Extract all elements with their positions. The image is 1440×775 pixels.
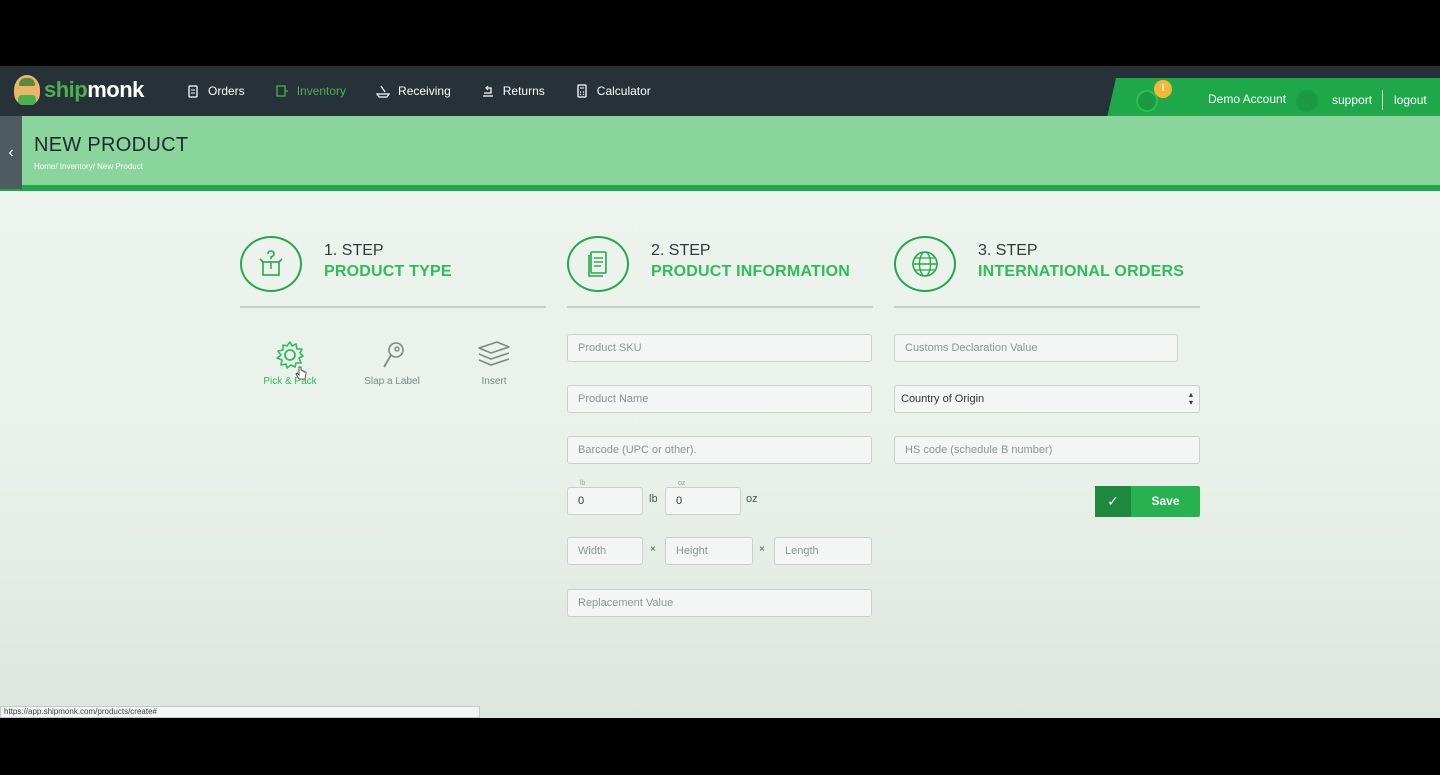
save-button[interactable]: ✓ Save — [1095, 486, 1200, 517]
support-link[interactable]: support — [1332, 93, 1372, 107]
product-type-label: Slap a Label — [364, 376, 420, 387]
dimension-separator: × — [759, 544, 765, 555]
account-divider — [1382, 90, 1383, 110]
inventory-icon — [276, 85, 288, 97]
customs-declaration-input[interactable]: Customs Declaration Value — [894, 334, 1178, 362]
nav-label-returns: Returns — [502, 84, 545, 98]
step-3-title: INTERNATIONAL ORDERS — [978, 263, 1185, 280]
nav-item-inventory[interactable]: Inventory — [275, 84, 346, 98]
barcode-input[interactable]: Barcode (UPC or other). — [567, 436, 872, 464]
country-select-value: Country of Origin — [901, 393, 985, 405]
gear-icon — [255, 338, 325, 372]
layers-icon — [459, 338, 529, 372]
width-input[interactable]: Width — [567, 537, 643, 565]
step-1-number: 1. STEP — [324, 242, 384, 259]
browser-status-url: https://app.shipmonk.com/products/create… — [0, 706, 480, 718]
logout-link[interactable]: logout — [1394, 93, 1427, 107]
app-screen: shipmonk Orders Inventory Receiving Retu… — [0, 66, 1440, 718]
nav-item-returns[interactable]: Returns — [481, 84, 545, 98]
chevron-left-icon: ‹ — [8, 144, 14, 161]
step-product-type: 1. STEP PRODUCT TYPE — [240, 236, 546, 308]
select-arrows-icon: ▴ ▾ — [1188, 390, 1193, 407]
weight-lb-unit: lb — [649, 493, 658, 505]
label-tag-icon — [357, 338, 427, 372]
back-button[interactable]: ‹ — [0, 116, 22, 189]
calculator-icon — [577, 84, 587, 98]
nav-label-receiving: Receiving — [398, 84, 451, 98]
account-name[interactable]: Demo Account — [1208, 92, 1286, 106]
height-input[interactable]: Height — [665, 537, 753, 565]
step-2-number: 2. STEP — [651, 242, 711, 259]
weight-oz-micro-label: oz — [678, 480, 686, 487]
product-type-label: Pick & Pack — [263, 376, 317, 387]
receiving-icon — [376, 85, 391, 98]
weight-oz-input[interactable]: 0 — [665, 487, 741, 515]
checkmark-icon: ✓ — [1095, 486, 1131, 517]
lightbulb-icon[interactable] — [1296, 90, 1318, 112]
shipmonk-logo[interactable]: shipmonk — [14, 72, 144, 108]
product-name-input[interactable]: Product Name — [567, 385, 872, 413]
step-1-title: PRODUCT TYPE — [324, 263, 452, 280]
weight-oz-unit: oz — [746, 493, 758, 505]
page-title: NEW PRODUCT — [34, 134, 189, 156]
logo-text-ship: ship — [44, 77, 88, 102]
step-2-title: PRODUCT INFORMATION — [651, 263, 851, 280]
hs-code-input[interactable]: HS code (schedule B number) — [894, 436, 1200, 464]
product-type-pick-pack[interactable]: Pick & Pack — [255, 338, 325, 387]
globe-icon — [894, 236, 956, 292]
notification-badge[interactable]: ! — [1154, 80, 1172, 98]
replacement-value-input[interactable]: Replacement Value — [567, 589, 872, 617]
length-input[interactable]: Length — [774, 537, 872, 565]
nav-label-orders: Orders — [208, 84, 245, 98]
product-type-slap-a-label[interactable]: Slap a Label — [357, 338, 427, 387]
page-header: ‹ NEW PRODUCT Home/ Inventory/ New Produ… — [0, 116, 1440, 191]
dimension-separator: × — [650, 544, 656, 555]
logo-text-monk: monk — [87, 77, 144, 102]
step-product-information: 2. STEP PRODUCT INFORMATION — [567, 236, 873, 308]
document-icon — [567, 236, 629, 292]
save-button-label: Save — [1151, 494, 1180, 508]
box-question-icon — [240, 236, 302, 292]
step-3-number: 3. STEP — [978, 242, 1038, 259]
breadcrumb[interactable]: Home/ Inventory/ New Product — [34, 162, 143, 171]
nav-label-calculator: Calculator — [596, 84, 651, 98]
top-navbar: shipmonk Orders Inventory Receiving Retu… — [0, 66, 1440, 122]
monk-mascot-icon — [14, 75, 40, 105]
step-international-orders: 3. STEP INTERNATIONAL ORDERS — [894, 236, 1200, 308]
country-of-origin-select[interactable]: Country of Origin ▴ ▾ — [894, 385, 1200, 413]
weight-lb-micro-label: lb — [580, 480, 586, 487]
product-sku-input[interactable]: Product SKU — [567, 334, 872, 362]
nav-item-receiving[interactable]: Receiving — [376, 84, 451, 98]
nav-item-orders[interactable]: Orders — [186, 84, 245, 98]
nav-label-inventory: Inventory — [296, 84, 347, 98]
clipboard-icon — [188, 85, 198, 98]
returns-icon — [482, 85, 493, 97]
main-nav: Orders Inventory Receiving Returns Calcu… — [186, 66, 651, 116]
nav-item-calculator[interactable]: Calculator — [575, 84, 651, 98]
hand-cursor-icon — [295, 366, 307, 380]
product-type-label: Insert — [481, 376, 507, 387]
product-type-insert[interactable]: Insert — [459, 338, 529, 387]
weight-lb-input[interactable]: 0 — [567, 487, 643, 515]
